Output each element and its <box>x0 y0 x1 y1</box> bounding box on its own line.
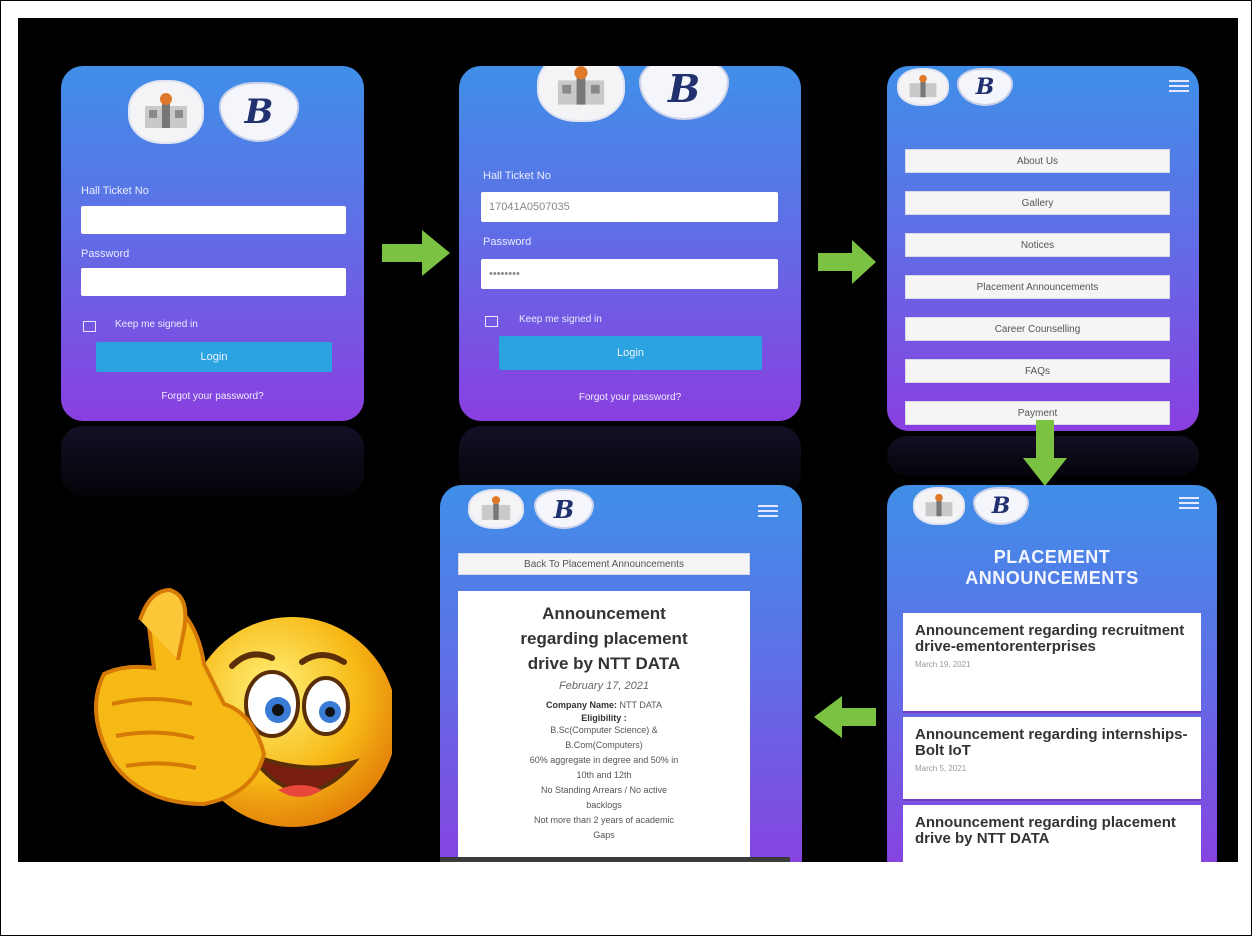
hamburger-menu-icon[interactable] <box>758 505 778 519</box>
arrow-left-icon <box>814 696 876 738</box>
brand-logo-icon: B <box>973 487 1029 525</box>
brand-logo-icon: B <box>639 66 729 120</box>
eligibility-line: 60% aggregate in degree and 50% in <box>529 755 679 765</box>
detail-heading-line1: Announcement <box>542 604 666 623</box>
back-to-announcements-button[interactable]: Back To Placement Announcements <box>458 553 750 575</box>
college-logo-icon <box>897 68 949 106</box>
menu-item-about[interactable]: About Us <box>905 149 1170 173</box>
brand-logo-icon: B <box>219 82 299 142</box>
login-button[interactable]: Login <box>96 342 332 372</box>
password-label: Password <box>483 236 532 248</box>
screen-login-empty-reflection <box>61 426 364 496</box>
keep-signed-in-label: Keep me signed in <box>519 314 602 325</box>
hall-ticket-input[interactable] <box>81 206 346 234</box>
hall-ticket-input[interactable]: 17041A0507035 <box>481 192 778 222</box>
eligibility-line: No Standing Arrears / No active <box>540 785 668 795</box>
announcement-title: Announcement regarding internships- Bolt… <box>915 726 1188 759</box>
password-input[interactable]: •••••••• <box>481 259 778 289</box>
arrow-down-icon <box>1023 420 1067 486</box>
announcement-title: Announcement regarding placement drive b… <box>915 814 1176 847</box>
announcement-item[interactable]: Announcement regarding recruitment drive… <box>903 613 1201 713</box>
browser-bottom-bar <box>440 857 790 862</box>
screen-login-filled: B Hall Ticket No 17041A0507035 Password … <box>459 66 801 421</box>
menu-item-gallery[interactable]: Gallery <box>905 191 1170 215</box>
menu-item-placement-announcements[interactable]: Placement Announcements <box>905 275 1170 299</box>
eligibility-label: Eligibility : <box>581 713 627 723</box>
stage: B Hall Ticket No Password Keep me signed… <box>18 18 1238 862</box>
detail-heading-line3: drive by NTT DATA <box>527 654 681 673</box>
page-title-line2: ANNOUNCEMENTS <box>965 568 1139 588</box>
keep-signed-in-checkbox[interactable] <box>83 321 96 332</box>
login-button[interactable]: Login <box>499 336 762 370</box>
arrow-right-icon <box>818 240 876 284</box>
company-line: Company Name: NTT DATA <box>468 698 740 713</box>
brand-logo-icon: B <box>534 489 594 529</box>
password-input[interactable] <box>81 268 346 296</box>
college-logo-icon <box>913 487 965 525</box>
brand-logo-icon: B <box>957 68 1013 106</box>
college-logo-icon <box>468 489 524 529</box>
screen-menu: B About Us Gallery Notices Placement Ann… <box>887 66 1199 431</box>
eligibility-line: B.Sc(Computer Science) & <box>550 725 658 735</box>
menu-item-faqs[interactable]: FAQs <box>905 359 1170 383</box>
page-title-line1: PLACEMENT <box>993 547 1111 567</box>
announcement-date: March 19, 2021 <box>915 660 971 669</box>
menu-item-career-counselling[interactable]: Career Counselling <box>905 317 1170 341</box>
announcement-item[interactable]: Announcement regarding placement drive b… <box>903 805 1201 862</box>
screen-placement-announcements: B PLACEMENT ANNOUNCEMENTS Announcement r… <box>887 485 1217 862</box>
arrow-right-icon <box>382 230 450 276</box>
keep-signed-in-checkbox[interactable] <box>485 316 498 327</box>
company-value: NTT DATA <box>619 700 663 710</box>
college-logo-icon <box>537 66 625 122</box>
company-label: Company Name: <box>545 700 617 710</box>
screen-login-empty: B Hall Ticket No Password Keep me signed… <box>61 66 364 421</box>
eligibility-line: backlogs <box>586 800 622 810</box>
thumbs-up-emoji-icon <box>94 587 392 827</box>
forgot-password-link[interactable]: Forgot your password? <box>61 391 364 402</box>
college-logo-icon <box>128 80 204 144</box>
hall-ticket-label: Hall Ticket No <box>81 185 149 197</box>
announcement-date: March 5, 2021 <box>915 764 967 773</box>
announcement-title: Announcement regarding recruitment drive… <box>915 622 1185 655</box>
announcement-item[interactable]: Announcement regarding internships- Bolt… <box>903 717 1201 801</box>
screen-announcement-detail: B Back To Placement Announcements Announ… <box>440 485 802 862</box>
password-label: Password <box>81 248 130 260</box>
hamburger-menu-icon[interactable] <box>1169 80 1189 94</box>
announcement-detail-panel: Announcement regarding placement drive b… <box>458 591 750 861</box>
eligibility-line: B.Com(Computers) <box>565 740 643 750</box>
menu-item-notices[interactable]: Notices <box>905 233 1170 257</box>
detail-heading-line2: regarding placement <box>520 629 688 648</box>
detail-date: February 17, 2021 <box>559 680 649 692</box>
eligibility-line: Gaps <box>593 830 615 840</box>
keep-signed-in-label: Keep me signed in <box>115 319 198 330</box>
hamburger-menu-icon[interactable] <box>1179 497 1199 511</box>
hall-ticket-label: Hall Ticket No <box>483 170 551 182</box>
forgot-password-link[interactable]: Forgot your password? <box>459 392 801 403</box>
eligibility-line: 10th and 12th <box>576 770 632 780</box>
eligibility-line: Not more than 2 years of academic <box>533 815 675 825</box>
